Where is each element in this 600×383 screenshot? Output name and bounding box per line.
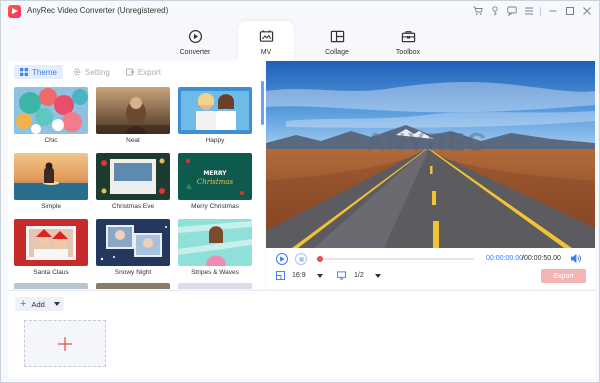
app-title: AnyRec Video Converter (Unregistered) (27, 6, 169, 15)
theme-thumb (96, 87, 170, 134)
total-time: /00:00:50.00 (522, 255, 561, 262)
export-icon (125, 68, 134, 76)
media-area: + Add (8, 290, 595, 378)
play-icon (280, 256, 285, 262)
key-icon[interactable] (486, 3, 503, 19)
aspect-ratio-icon (276, 271, 285, 282)
minimize-icon[interactable] (544, 3, 561, 19)
stop-button[interactable] (295, 253, 307, 265)
tab-setting-label: Setting (84, 67, 110, 77)
theme-thumb (14, 153, 88, 200)
tab-export-label: Export (137, 67, 161, 77)
current-time: 00:00:00.00 (486, 255, 523, 262)
tab-theme-label: Theme (32, 67, 57, 77)
nav-mv-label: MV (260, 49, 272, 56)
page-indicator[interactable]: 1/2 (354, 272, 364, 279)
theme-thumb (96, 219, 170, 266)
app-window: AnyRec Video Converter (Unregistered) Co… (0, 0, 600, 383)
theme-happy[interactable]: Happy (178, 87, 252, 149)
nav-toolbox[interactable]: Toolbox (380, 21, 436, 61)
theme-thumb-partial (96, 283, 170, 289)
panel-tabs: Theme Setting Export (8, 61, 265, 83)
feedback-icon[interactable] (503, 3, 520, 19)
maximize-icon[interactable] (561, 3, 578, 19)
theme-thumb (14, 87, 88, 134)
mv-icon (258, 28, 274, 44)
separator (540, 7, 541, 16)
menu-icon[interactable] (520, 3, 537, 19)
theme-label: Simple (41, 203, 61, 210)
nav-collage-label: Collage (325, 49, 349, 56)
theme-label: Happy (205, 137, 225, 144)
toolbox-icon (400, 28, 416, 44)
theme-thumb-partial (14, 283, 88, 289)
add-button[interactable]: + Add (15, 297, 64, 311)
theme-snowy-night[interactable]: Snowy Night (96, 219, 170, 281)
theme-chic[interactable]: Chic (14, 87, 88, 149)
theme-simple[interactable]: Simple (14, 153, 88, 215)
theme-panel: Theme Setting Export Chic Neat Happy Sim… (8, 61, 265, 289)
converter-icon (187, 28, 203, 44)
theme-thumb (96, 153, 170, 200)
page-dropdown-icon[interactable] (375, 274, 381, 278)
preview-watermark: ANYREC (366, 127, 488, 157)
theme-label: Merry Christmas (191, 203, 239, 210)
theme-label: Chic (44, 137, 58, 144)
theme-label: Christmas Eve (111, 203, 155, 210)
plus-icon: + (20, 298, 27, 310)
nav-converter[interactable]: Converter (167, 21, 223, 61)
theme-stripes-waves[interactable]: Stripes & Waves (178, 219, 252, 281)
gear-icon (73, 68, 81, 76)
progress-track[interactable] (316, 258, 474, 260)
title-bar: AnyRec Video Converter (Unregistered) (1, 1, 599, 21)
theme-christmas-eve[interactable]: Christmas Eve (96, 153, 170, 215)
theme-thumb: MERRY Christmas (178, 153, 252, 200)
player-controls: 00:00:00.00 /00:00:50.00 16:9 1/2 Export (266, 248, 595, 289)
collage-icon (329, 28, 345, 44)
theme-santa-claus[interactable]: Santa Claus (14, 219, 88, 281)
theme-merry-christmas[interactable]: MERRY Christmas Merry Christmas (178, 153, 252, 215)
nav-mv[interactable]: MV (238, 21, 294, 61)
export-button[interactable]: Export (541, 269, 586, 283)
volume-icon[interactable] (570, 253, 581, 266)
tab-setting[interactable]: Setting (67, 65, 116, 79)
video-preview[interactable]: ANYREC (266, 61, 595, 248)
add-plus-icon (58, 336, 72, 351)
christmas-text: Christmas (197, 178, 234, 186)
theme-label: Snowy Night (114, 269, 152, 276)
cart-icon[interactable] (469, 3, 486, 19)
theme-neat[interactable]: Neat (96, 87, 170, 149)
tab-theme[interactable]: Theme (14, 65, 63, 79)
aspect-ratio-value[interactable]: 16:9 (292, 272, 306, 279)
chevron-down-icon[interactable] (53, 302, 60, 306)
theme-thumb (14, 219, 88, 266)
main-nav: Converter MV Collage Toolbox (1, 21, 599, 61)
tab-export[interactable]: Export (120, 65, 167, 79)
add-label: Add (31, 299, 45, 309)
window-controls (469, 3, 595, 19)
grid-icon (20, 68, 28, 76)
theme-label: Stripes & Waves (191, 269, 239, 276)
nav-toolbox-label: Toolbox (395, 49, 421, 56)
close-icon[interactable] (578, 3, 595, 19)
theme-label: Santa Claus (33, 269, 69, 276)
nav-collage[interactable]: Collage (309, 21, 365, 61)
app-logo-icon (8, 5, 21, 18)
nav-converter-label: Converter (179, 49, 211, 56)
stop-icon (298, 256, 304, 262)
theme-label: Neat (126, 137, 140, 144)
theme-thumb-partial (178, 283, 252, 289)
progress-handle[interactable] (317, 256, 323, 262)
add-media-dropzone[interactable] (24, 320, 106, 367)
merry-text: MERRY (203, 170, 227, 177)
theme-scrollbar[interactable] (261, 81, 264, 125)
monitor-icon (337, 271, 346, 282)
theme-thumb (178, 87, 252, 134)
play-button[interactable] (276, 253, 288, 265)
theme-thumb (178, 219, 252, 266)
aspect-ratio-dropdown-icon[interactable] (317, 274, 323, 278)
